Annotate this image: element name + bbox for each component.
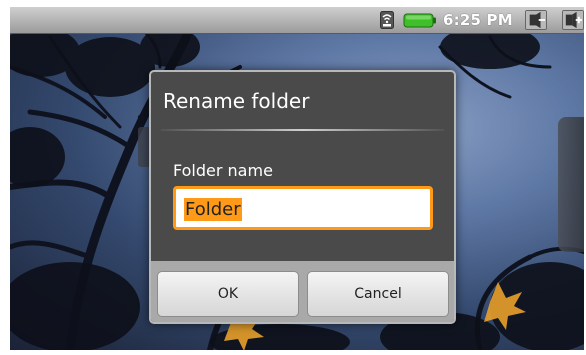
volume-up-icon[interactable] <box>562 10 584 30</box>
app-drawer-handle[interactable] <box>558 117 584 252</box>
volume-down-icon[interactable] <box>525 10 547 30</box>
title-divider <box>161 129 444 131</box>
folder-name-label: Folder name <box>173 161 273 180</box>
clock: 6:25 PM <box>443 11 513 29</box>
cancel-button[interactable]: Cancel <box>307 271 449 317</box>
folder-name-value: Folder <box>184 198 242 221</box>
battery-icon <box>403 13 436 28</box>
ok-button[interactable]: OK <box>157 271 299 317</box>
rename-folder-dialog: Rename folder Folder name Folder OK Canc… <box>149 70 456 324</box>
status-bar: 6:25 PM <box>10 7 584 34</box>
wifi-icon <box>380 11 394 29</box>
folder-name-input[interactable]: Folder <box>173 186 433 230</box>
device-screen: 6:25 PM Rename folder Folder name Folder… <box>10 7 584 350</box>
dialog-button-bar: OK Cancel <box>151 261 454 322</box>
dialog-title: Rename folder <box>163 89 310 113</box>
